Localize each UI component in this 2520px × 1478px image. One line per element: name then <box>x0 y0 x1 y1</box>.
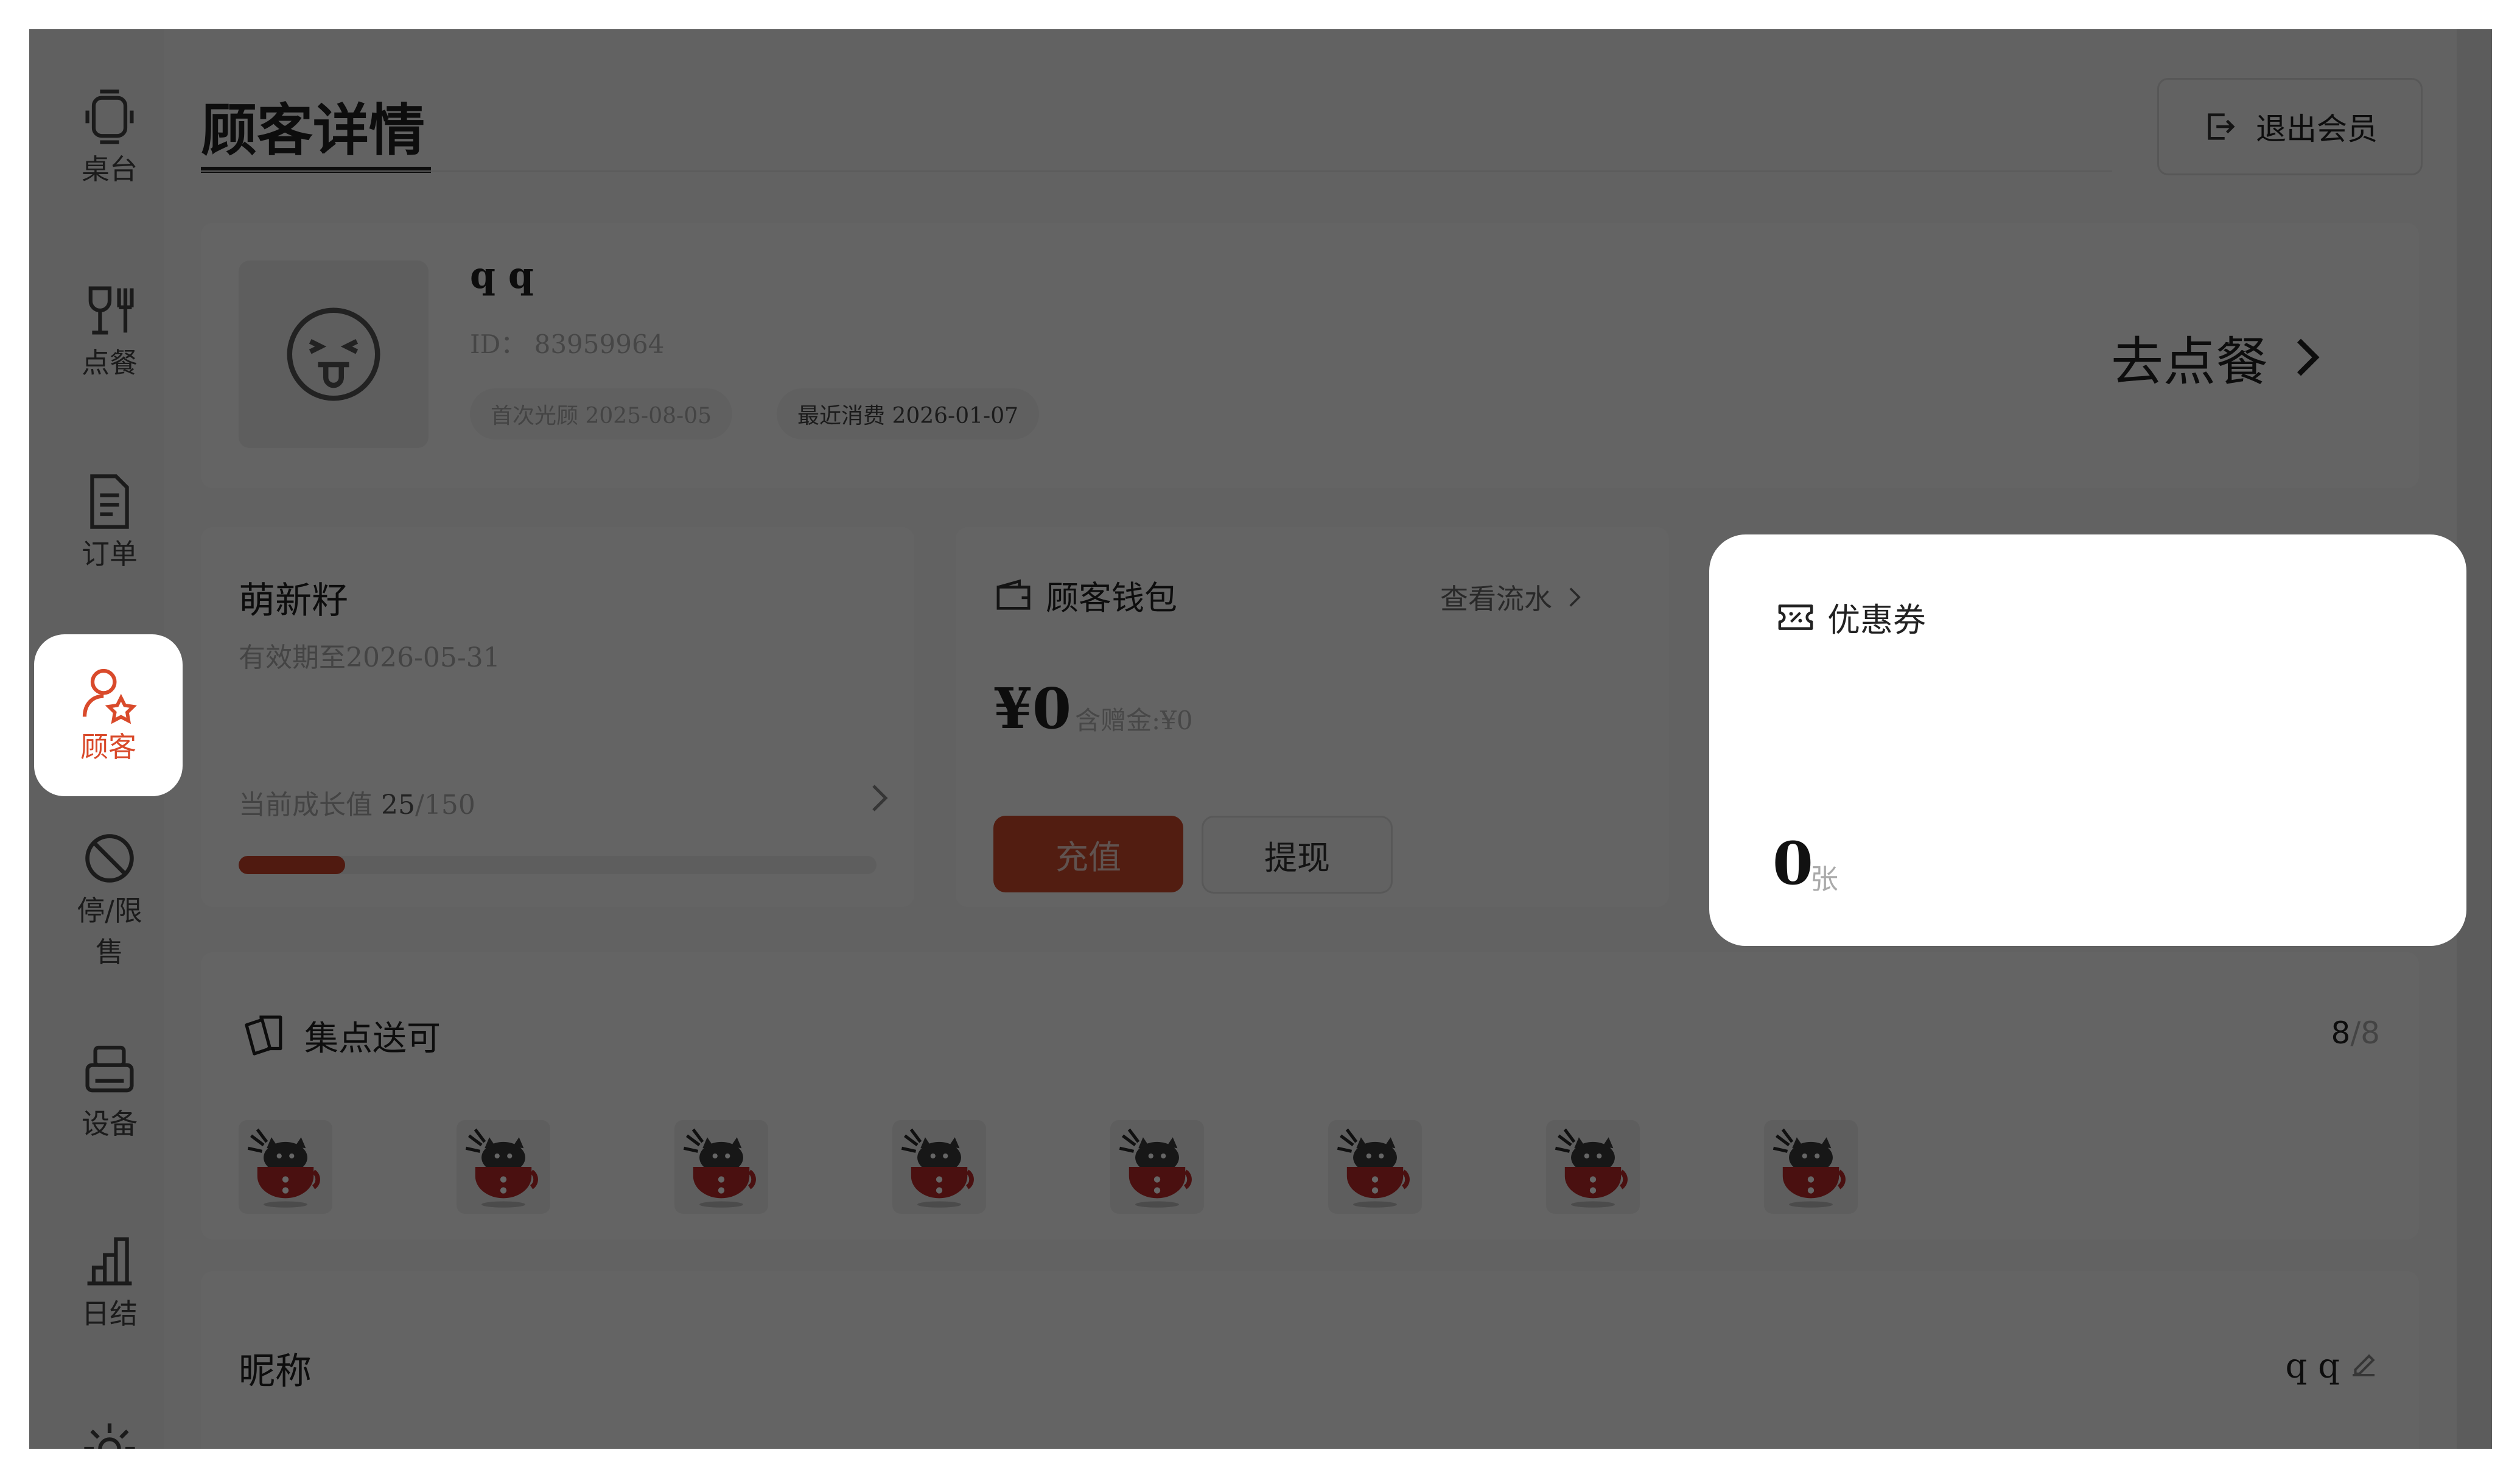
dining-icon <box>88 286 134 335</box>
sidebar-item-daily-settlement[interactable]: 日结 <box>35 1230 184 1334</box>
sidebar-item-settings[interactable] <box>35 1417 184 1449</box>
stamp-item <box>892 1120 986 1214</box>
order-icon <box>90 474 129 529</box>
stamp-item <box>239 1120 332 1214</box>
go-order-button[interactable]: 去点餐 <box>2111 319 2324 395</box>
sidebar-item-orders[interactable]: 订单 <box>35 470 184 575</box>
settings-icon <box>84 1423 135 1449</box>
profile-card: q q ID： 83959964 首次光顾 2025-08-05 最近消费 20… <box>201 223 2419 488</box>
tongue-face-icon <box>287 307 380 401</box>
sidebar-item-label: 顾客 <box>80 730 136 763</box>
avatar <box>239 261 429 448</box>
edit-icon[interactable] <box>2347 1348 2380 1381</box>
stamp-item <box>1110 1120 1204 1214</box>
cat-cup-stamp-icon <box>465 1128 538 1208</box>
view-transactions-link[interactable]: 查看流水 <box>1440 577 1581 617</box>
cards-icon <box>245 1015 282 1056</box>
stamp-card: 集点送可 8/8 <box>201 952 2419 1239</box>
growth-label: 当前成长值 <box>239 790 381 821</box>
wallet-balance: ¥0 <box>993 676 1072 741</box>
cat-cup-stamp-icon <box>247 1128 320 1208</box>
exit-member-label: 退出会员 <box>2256 111 2378 147</box>
withdraw-button[interactable]: 提现 <box>1202 816 1393 894</box>
stamp-item <box>1546 1120 1640 1214</box>
last-spend-badge: 最近消费 2026-01-07 <box>777 388 1040 440</box>
sidebar-item-customers[interactable]: 顾客 <box>34 634 183 796</box>
sidebar-item-label: 桌台 <box>82 153 138 186</box>
logout-icon <box>2208 113 2235 140</box>
stamp-item <box>457 1120 550 1214</box>
wallet-gift-amount: 含赠金:¥0 <box>1075 706 1193 735</box>
stamp-total: /8 <box>2350 1015 2380 1051</box>
customer-name: q q <box>470 254 534 297</box>
app-frame: 桌台 点餐 订单 顾客 停/限售 设备 日结 顾客详情 退出会员 q q ID：… <box>29 29 2492 1449</box>
title-underline <box>201 167 431 173</box>
nickname-value: q q <box>2285 1347 2340 1386</box>
view-transactions-label: 查看流水 <box>1440 583 1552 615</box>
coupon-title: 优惠券 <box>1776 593 1926 641</box>
chart-icon <box>87 1237 132 1286</box>
page-title: 顾客详情 <box>201 98 425 163</box>
go-order-label: 去点餐 <box>2111 332 2268 393</box>
ban-icon <box>85 834 134 883</box>
cat-cup-stamp-icon <box>683 1128 756 1208</box>
growth-value: 当前成长值 25/150 <box>239 783 475 822</box>
stamp-title-label: 集点送可 <box>304 1018 441 1059</box>
coupon-card[interactable]: 优惠券 0 张 <box>1709 534 2466 946</box>
growth-progress-fill <box>239 856 345 874</box>
membership-level: 萌新籽 <box>239 580 348 622</box>
divider <box>201 170 2112 172</box>
stamp-item <box>674 1120 768 1214</box>
wallet-icon <box>996 579 1031 610</box>
sidebar-item-devices[interactable]: 设备 <box>35 1040 184 1144</box>
stamp-item <box>1764 1120 1858 1214</box>
sidebar-item-stop-sale[interactable]: 停/限售 <box>35 827 184 973</box>
wallet-card: 顾客钱包 查看流水 ¥0 含赠金:¥0 充值 提现 <box>956 527 1669 907</box>
stamp-collected: 8 <box>2331 1015 2351 1051</box>
cat-cup-stamp-icon <box>1773 1128 1846 1208</box>
coupon-icon <box>1778 604 1813 630</box>
coupon-unit: 张 <box>1810 863 1838 895</box>
stamp-item <box>1328 1120 1422 1214</box>
sidebar-item-label: 订单 <box>82 538 138 570</box>
coupon-count: 0 <box>1773 829 1813 898</box>
customer-id: ID： 83959964 <box>470 329 665 359</box>
wallet-title-label: 顾客钱包 <box>1046 579 1177 617</box>
sidebar-item-label: 设备 <box>82 1107 138 1140</box>
chevron-right-icon[interactable] <box>870 783 889 813</box>
sidebar-item-tables[interactable]: 桌台 <box>35 85 184 190</box>
sidebar-item-label: 停/限售 <box>77 894 142 968</box>
cat-cup-stamp-icon <box>1119 1128 1192 1208</box>
first-visit-badge: 首次光顾 2025-08-05 <box>470 388 733 440</box>
stamp-count: 8/8 <box>2331 1015 2380 1051</box>
sidebar: 桌台 点餐 订单 顾客 停/限售 设备 日结 <box>29 29 183 1449</box>
chevron-right-icon <box>2297 338 2320 376</box>
growth-total: /150 <box>415 790 475 821</box>
stamp-title: 集点送可 <box>239 1009 441 1062</box>
membership-card[interactable]: 萌新籽 有效期至2026-05-31 当前成长值 25/150 <box>201 527 914 907</box>
cat-cup-stamp-icon <box>901 1128 974 1208</box>
exit-member-button[interactable]: 退出会员 <box>2157 78 2423 175</box>
table-icon <box>85 89 134 144</box>
growth-progress-bar <box>239 856 877 874</box>
printer-icon <box>85 1045 134 1093</box>
nickname-row: 昵称 q q <box>201 1271 2419 1449</box>
wallet-title: 顾客钱包 <box>993 571 1177 619</box>
cat-cup-stamp-icon <box>1555 1128 1628 1208</box>
chevron-right-icon <box>1569 587 1581 607</box>
cat-cup-stamp-icon <box>1337 1128 1410 1208</box>
sidebar-item-ordering[interactable]: 点餐 <box>35 279 184 384</box>
coupon-title-label: 优惠券 <box>1827 601 1926 639</box>
growth-current: 25 <box>381 790 415 821</box>
membership-expiry: 有效期至2026-05-31 <box>239 642 500 673</box>
sidebar-item-label: 点餐 <box>82 346 138 379</box>
customer-icon <box>82 668 137 724</box>
sidebar-item-label: 日结 <box>82 1297 138 1330</box>
nickname-label: 昵称 <box>239 1350 312 1393</box>
recharge-button[interactable]: 充值 <box>993 816 1183 892</box>
